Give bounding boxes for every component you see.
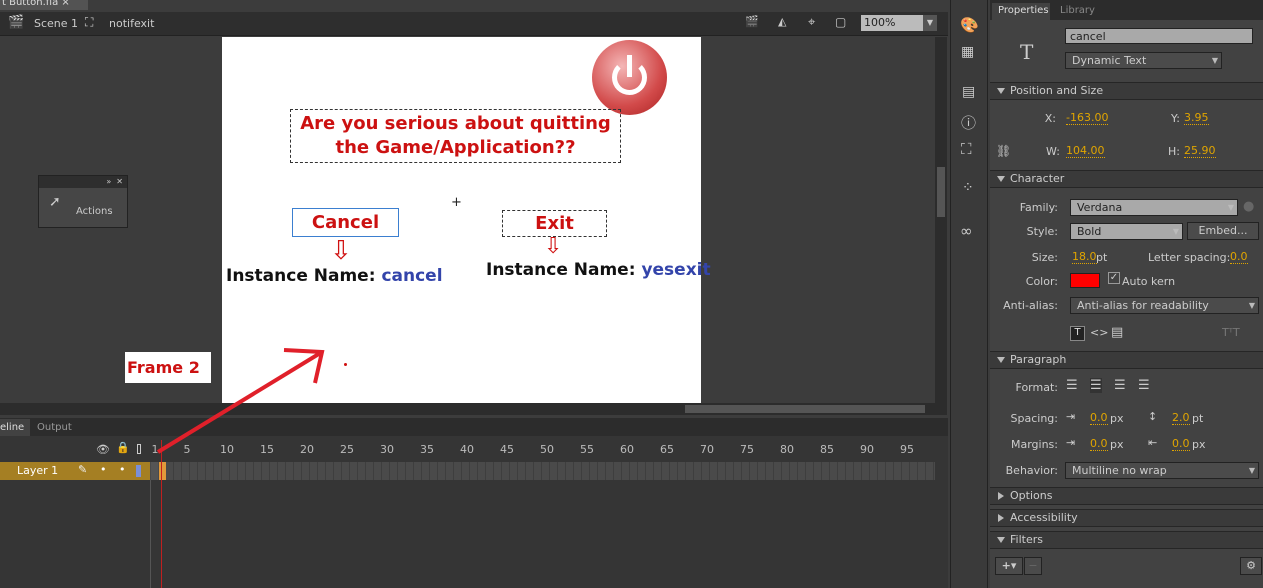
border-icon[interactable]: ▤ [1111, 325, 1123, 340]
size-unit: pt [1096, 251, 1108, 264]
section-position-size[interactable]: Position and Size [990, 82, 1263, 100]
margins-label: Margins: [1010, 438, 1058, 451]
w-label: W: [1046, 145, 1060, 158]
globe-icon[interactable]: ● [1243, 199, 1254, 214]
indent-icon: ⇥ [1066, 410, 1076, 423]
left-margin-unit: px [1110, 438, 1124, 451]
section-paragraph[interactable]: Paragraph [990, 351, 1263, 369]
swatches-grid-icon[interactable]: ▦ [961, 44, 974, 60]
line-spacing-icon: ↕ [1148, 410, 1158, 423]
transform-icon[interactable]: ⛶ [961, 140, 972, 158]
color-label: Color: [1025, 275, 1058, 288]
panel-icon-strip: 🎨 ▦ ▤ ⓘ ⛶ ⁘ ∞ [950, 0, 988, 588]
line-spacing-unit: pt [1192, 412, 1204, 425]
text-type-dropdown[interactable]: Dynamic Text [1065, 52, 1222, 69]
style-label: Style: [1026, 225, 1058, 238]
filter-settings-gear-icon[interactable]: ⚙ [1240, 557, 1262, 575]
align-left-icon[interactable]: ☰ [1066, 378, 1078, 393]
section-accessibility[interactable]: Accessibility [990, 509, 1263, 527]
size-label: Size: [1031, 251, 1058, 264]
align-icon[interactable]: ▤ [962, 84, 975, 100]
justify-icon[interactable]: ☰ [1138, 378, 1150, 393]
right-margin-icon: ⇤ [1148, 436, 1158, 449]
properties-panel: Properties Library T cancel Dynamic Text… [990, 0, 1263, 588]
family-label: Family: [1019, 201, 1058, 214]
section-options[interactable]: Options [990, 487, 1263, 505]
font-family-dropdown[interactable]: Verdana [1070, 199, 1238, 216]
color-palette-icon[interactable]: 🎨 [960, 16, 979, 34]
instance-name-input[interactable]: cancel [1065, 28, 1253, 44]
annotation-arrow [156, 348, 325, 454]
selectable-text-icon[interactable]: T [1070, 326, 1085, 341]
link-icon[interactable]: ⛓ [996, 144, 1011, 158]
format-label: Format: [1015, 381, 1058, 394]
left-margin-icon: ⇥ [1066, 436, 1076, 449]
letter-spacing-label: Letter spacing: [1148, 251, 1231, 264]
align-center-icon[interactable]: ☰ [1090, 378, 1102, 393]
size-value[interactable]: 18.0 [1072, 251, 1097, 264]
line-spacing-value[interactable]: 2.0 [1172, 412, 1190, 425]
embed-button[interactable]: Embed... [1187, 222, 1259, 240]
h-value[interactable]: 25.90 [1184, 145, 1216, 158]
tab-properties[interactable]: Properties [992, 3, 1050, 20]
w-value[interactable]: 104.00 [1066, 145, 1105, 158]
x-value[interactable]: -163.00 [1066, 112, 1109, 125]
letter-spacing-value[interactable]: 0.0 [1230, 251, 1248, 264]
right-margin-value[interactable]: 0.0 [1172, 438, 1190, 451]
y-value[interactable]: 3.95 [1184, 112, 1209, 125]
add-filter-button[interactable]: +▾ [995, 557, 1023, 575]
auto-kern-label: Auto kern [1122, 275, 1176, 288]
superscript-subscript-icon[interactable]: TᵀT [1222, 326, 1240, 339]
spacing-label: Spacing: [1010, 412, 1058, 425]
components-icon[interactable]: ⁘ [962, 180, 974, 196]
left-margin-value[interactable]: 0.0 [1090, 438, 1108, 451]
align-right-icon[interactable]: ☰ [1114, 378, 1126, 393]
info-icon[interactable]: ⓘ [961, 112, 976, 133]
h-label: H: [1168, 145, 1180, 158]
tab-library[interactable]: Library [1054, 3, 1098, 20]
font-style-dropdown[interactable]: Bold [1070, 223, 1183, 240]
right-margin-unit: px [1192, 438, 1206, 451]
section-character[interactable]: Character [990, 170, 1263, 188]
indent-unit: px [1110, 412, 1124, 425]
text-color-swatch[interactable] [1070, 273, 1100, 288]
auto-kern-checkbox[interactable]: ✓ [1108, 272, 1120, 284]
text-tool-icon: T [1020, 40, 1034, 64]
y-label: Y: [1171, 112, 1180, 125]
antialias-label: Anti-alias: [1003, 299, 1058, 312]
x-label: X: [1044, 112, 1056, 125]
indent-value[interactable]: 0.0 [1090, 412, 1108, 425]
section-filters[interactable]: Filters [990, 531, 1263, 549]
remove-filter-button[interactable]: − [1024, 557, 1042, 575]
render-html-icon[interactable]: <> [1090, 326, 1108, 339]
creative-cloud-icon[interactable]: ∞ [960, 222, 973, 240]
antialias-dropdown[interactable]: Anti-alias for readability [1070, 297, 1259, 314]
behavior-dropdown[interactable]: Multiline no wrap [1065, 462, 1259, 479]
arrow-line [156, 350, 324, 454]
behavior-label: Behavior: [1005, 464, 1058, 477]
